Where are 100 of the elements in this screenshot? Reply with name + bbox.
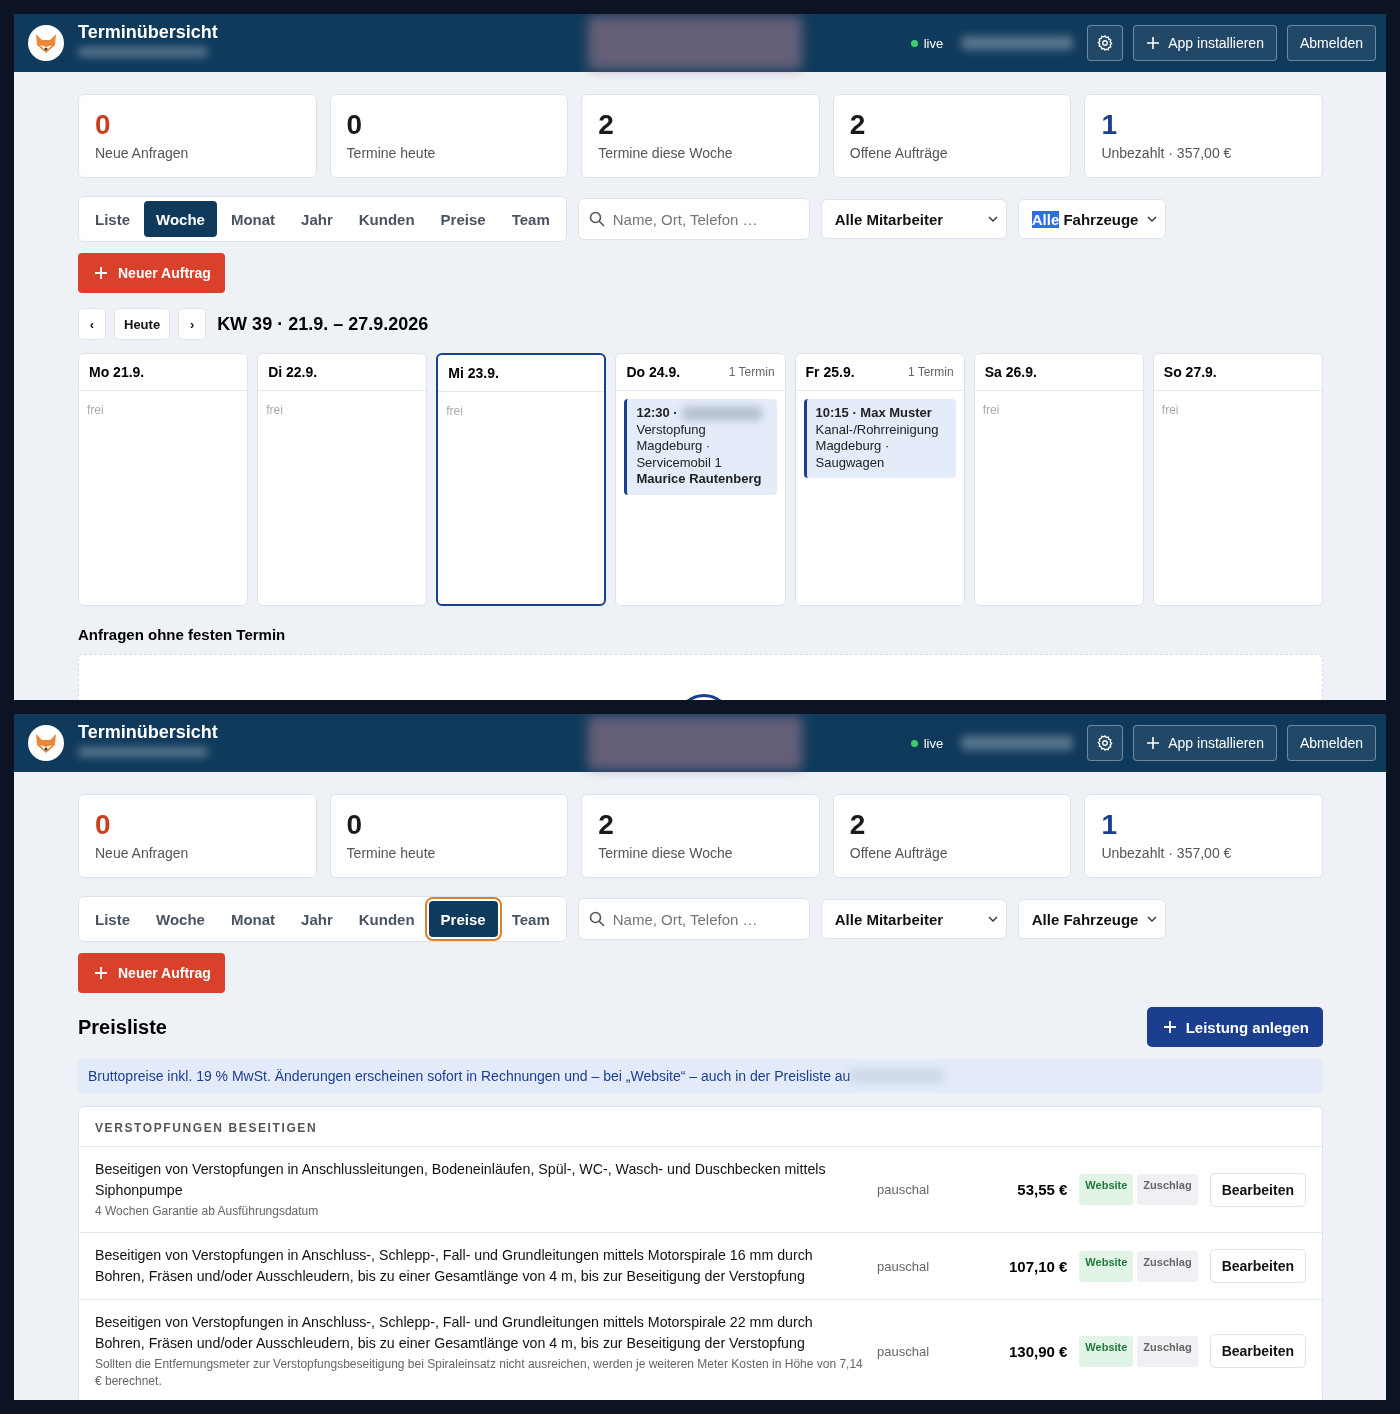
settings-icon — [1096, 734, 1115, 752]
category-title: VERSTOPFUNGEN BESEITIGEN — [95, 1121, 318, 1135]
price-unit: pauschal — [877, 1258, 931, 1274]
info-text: Bruttopreise inkl. 19 % MwSt. Änderungen erscheinen sofort in Rechnungen und – bei „Website“ – auch in der Preisliste au — [88, 1068, 851, 1084]
appointment-card[interactable]: 10:15 · Max Muster Kanal-/Rohrreinigung Magdeburg · Saugwagen — [803, 399, 956, 478]
app-title: Terminübersicht — [78, 721, 218, 743]
day-label: Mo 21.9. — [89, 364, 145, 380]
plus-icon — [1162, 1020, 1177, 1034]
view-tab[interactable]: Monat — [218, 201, 288, 237]
settings-button[interactable] — [1087, 725, 1124, 761]
day-label: So 27.9. — [1163, 364, 1217, 380]
stat-value: 1 — [1101, 109, 1118, 141]
filter-dropdown[interactable]: Alle Fahrzeuge — [1017, 899, 1166, 939]
appointment-detail: Verstopfung — [636, 421, 707, 438]
service-tag: Zuschlag — [1137, 1250, 1198, 1282]
stat-value: 2 — [849, 809, 867, 841]
price-value: 107,10 € — [1007, 1257, 1068, 1275]
stat-value: 2 — [598, 109, 615, 141]
settings-icon — [1096, 34, 1115, 52]
day-label: Fr 25.9. — [805, 364, 855, 380]
next-week-button[interactable]: › — [178, 308, 207, 340]
app-title: Terminübersicht — [78, 21, 218, 43]
view-tab[interactable]: Kunden — [346, 201, 427, 237]
live-status: live — [910, 35, 944, 51]
chevron-down-icon — [987, 216, 998, 222]
filter-dropdown[interactable]: Alle Mitarbeiter — [820, 199, 1007, 239]
new-order-button[interactable]: Neuer Auftrag — [78, 253, 225, 293]
stat-value: 2 — [598, 809, 615, 841]
stat-label: Offene Aufträge — [849, 145, 949, 161]
chevron-down-icon — [1146, 916, 1157, 922]
day-label: Mi 23.9. — [448, 365, 499, 381]
service-tag: Zuschlag — [1137, 1335, 1198, 1367]
section-title: Anfragen ohne festen Termin — [78, 626, 287, 643]
live-status: live — [910, 735, 944, 751]
appointment-card[interactable]: 12:30 · Verstopfung Magdeburg · Servicemobil 1 Maurice Rautenberg — [624, 399, 777, 495]
logout-button[interactable]: Abmelden — [1286, 25, 1376, 61]
day-label: Di 22.9. — [268, 364, 318, 380]
view-tab[interactable]: Kunden — [346, 901, 427, 937]
service-description: Beseitigen von Verstopfungen in Anschluss-, Schlepp-, Fall- und Grundleitungen mittels Motorspirale 22 mm durch Bohren, Fräsen und/oder Ausschleudern, bis zu einer Gesamtlänge von 4 m, bis zur Beseitigung der Verstopfung — [95, 1313, 814, 1353]
view-tab[interactable]: Woche — [144, 901, 217, 937]
appointment-heading: 10:15 · Max Muster — [815, 405, 932, 422]
add-service-button[interactable]: Leistung anlegen — [1146, 1007, 1323, 1047]
plus-icon — [1146, 736, 1161, 750]
free-label: frei — [982, 403, 1001, 417]
stat-label: Unbezahlt · 357,00 € — [1101, 845, 1233, 861]
settings-button[interactable] — [1087, 25, 1124, 61]
edit-button[interactable]: Bearbeiten — [1209, 1334, 1306, 1368]
free-label: frei — [266, 403, 284, 417]
price-value: 130,90 € — [1007, 1342, 1068, 1360]
previous-week-button[interactable]: ‹ — [78, 308, 106, 340]
view-tab[interactable]: Jahr — [289, 901, 345, 937]
plus-icon — [94, 266, 108, 280]
day-label: Sa 26.9. — [984, 364, 1037, 380]
stat-label: Termine heute — [346, 145, 437, 161]
service-note: 4 Wochen Garantie ab Ausführungsdatum — [95, 1203, 320, 1220]
logout-button[interactable]: Abmelden — [1286, 725, 1376, 761]
service-tag: Zuschlag — [1137, 1174, 1198, 1205]
appointment-heading: 12:30 · — [636, 405, 678, 422]
view-tab[interactable]: Team — [499, 201, 562, 237]
plus-icon — [1146, 36, 1161, 50]
edit-button[interactable]: Bearbeiten — [1209, 1172, 1306, 1207]
filter-dropdown[interactable]: Alle Fahrzeuge — [1017, 199, 1166, 239]
today-button[interactable]: Heute — [114, 308, 171, 340]
install-app-button[interactable]: App installieren — [1133, 25, 1277, 61]
appointment-count: 1 Termin — [907, 365, 954, 379]
fox-logo-icon — [28, 25, 64, 61]
stat-label: Termine heute — [346, 845, 437, 861]
service-note: Sollten die Entfernungsmeter zur Verstopfungsbeseitigung bei Spiraleinsatz nicht ausreichen, werden je weiteren Meter Kosten in Höhe von 7,14 € berechnet. — [95, 1356, 864, 1390]
stat-label: Offene Aufträge — [849, 845, 949, 861]
stat-label: Termine diese Woche — [598, 845, 734, 861]
edit-button[interactable]: Bearbeiten — [1209, 1249, 1306, 1283]
view-tab[interactable]: Team — [499, 901, 562, 937]
search-icon — [588, 911, 605, 927]
stat-label: Neue Anfragen — [95, 145, 190, 161]
price-list-title: Preisliste — [78, 1015, 167, 1039]
view-tab[interactable]: Liste — [83, 901, 142, 937]
free-label: frei — [446, 404, 464, 418]
chevron-down-icon — [987, 916, 998, 922]
view-tab[interactable]: Liste — [83, 201, 142, 237]
filter-dropdown[interactable]: Alle Mitarbeiter — [820, 899, 1007, 939]
appointment-detail: Kanal-/Rohrreinigung — [815, 421, 940, 438]
stat-label: Neue Anfragen — [95, 845, 190, 861]
view-tab[interactable]: Preise — [428, 201, 498, 237]
stat-value: 0 — [346, 809, 364, 841]
view-tab[interactable]: Jahr — [289, 201, 345, 237]
price-unit: pauschal — [877, 1182, 931, 1197]
view-tab[interactable]: Woche — [144, 201, 217, 237]
stat-value: 2 — [849, 109, 867, 141]
free-label: frei — [87, 403, 105, 417]
view-tab[interactable]: Monat — [218, 901, 288, 937]
new-order-button[interactable]: Neuer Auftrag — [78, 953, 225, 993]
day-label: Do 24.9. — [626, 364, 681, 380]
search-field[interactable]: Name, Ort, Telefon … — [577, 898, 810, 940]
plus-icon — [94, 966, 108, 980]
install-app-button[interactable]: App installieren — [1133, 725, 1277, 761]
appointment-detail: Magdeburg · Saugwagen — [815, 438, 891, 471]
service-description: Beseitigen von Verstopfungen in Anschluss-, Schlepp-, Fall- und Grundleitungen mittels Motorspirale 16 mm durch Bohren, Fräsen und/oder Ausschleudern, bis zu einer Gesamtlänge von 4 m, bis zur Beseitigung der Verstopfung — [95, 1246, 814, 1286]
stat-label: Unbezahlt · 357,00 € — [1101, 145, 1233, 161]
free-label: frei — [1161, 403, 1180, 417]
search-field[interactable]: Name, Ort, Telefon … — [577, 198, 810, 240]
